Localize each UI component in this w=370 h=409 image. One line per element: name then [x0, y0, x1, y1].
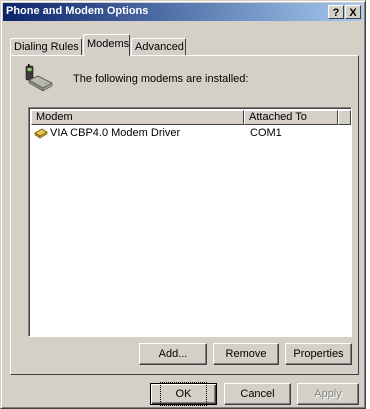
- help-button[interactable]: ?: [328, 5, 344, 19]
- properties-button[interactable]: Properties: [285, 343, 352, 365]
- phone-modem-icon: [23, 63, 53, 93]
- modem-name: VIA CBP4.0 Modem Driver: [50, 127, 181, 139]
- close-button[interactable]: X: [345, 5, 361, 19]
- tab-dialing-rules[interactable]: Dialing Rules: [10, 38, 82, 56]
- title-bar[interactable]: Phone and Modem Options ? X: [3, 3, 363, 21]
- ok-button[interactable]: OK: [150, 382, 217, 406]
- list-item[interactable]: VIA CBP4.0 Modem Driver COM1: [31, 126, 337, 140]
- column-header-attached-to[interactable]: Attached To: [244, 110, 338, 125]
- modem-icon: [34, 127, 48, 139]
- cancel-button[interactable]: Cancel: [224, 383, 291, 405]
- ok-button-label: OK: [159, 382, 208, 406]
- modem-list[interactable]: Modem Attached To VIA CBP4.0 Modem Drive…: [28, 107, 352, 337]
- column-header-filler: [338, 110, 351, 125]
- remove-button[interactable]: Remove: [213, 343, 279, 365]
- column-header-modem[interactable]: Modem: [31, 110, 244, 125]
- modem-port: COM1: [250, 127, 282, 139]
- installed-modems-label: The following modems are installed:: [73, 73, 249, 85]
- apply-button[interactable]: Apply: [297, 383, 359, 405]
- phone-modem-options-dialog: Phone and Modem Options ? X Dialing Rule…: [0, 0, 366, 409]
- window-title: Phone and Modem Options: [6, 5, 149, 17]
- tab-modems[interactable]: Modems: [83, 34, 130, 56]
- tab-advanced[interactable]: Advanced: [131, 38, 186, 56]
- add-button[interactable]: Add...: [139, 343, 207, 365]
